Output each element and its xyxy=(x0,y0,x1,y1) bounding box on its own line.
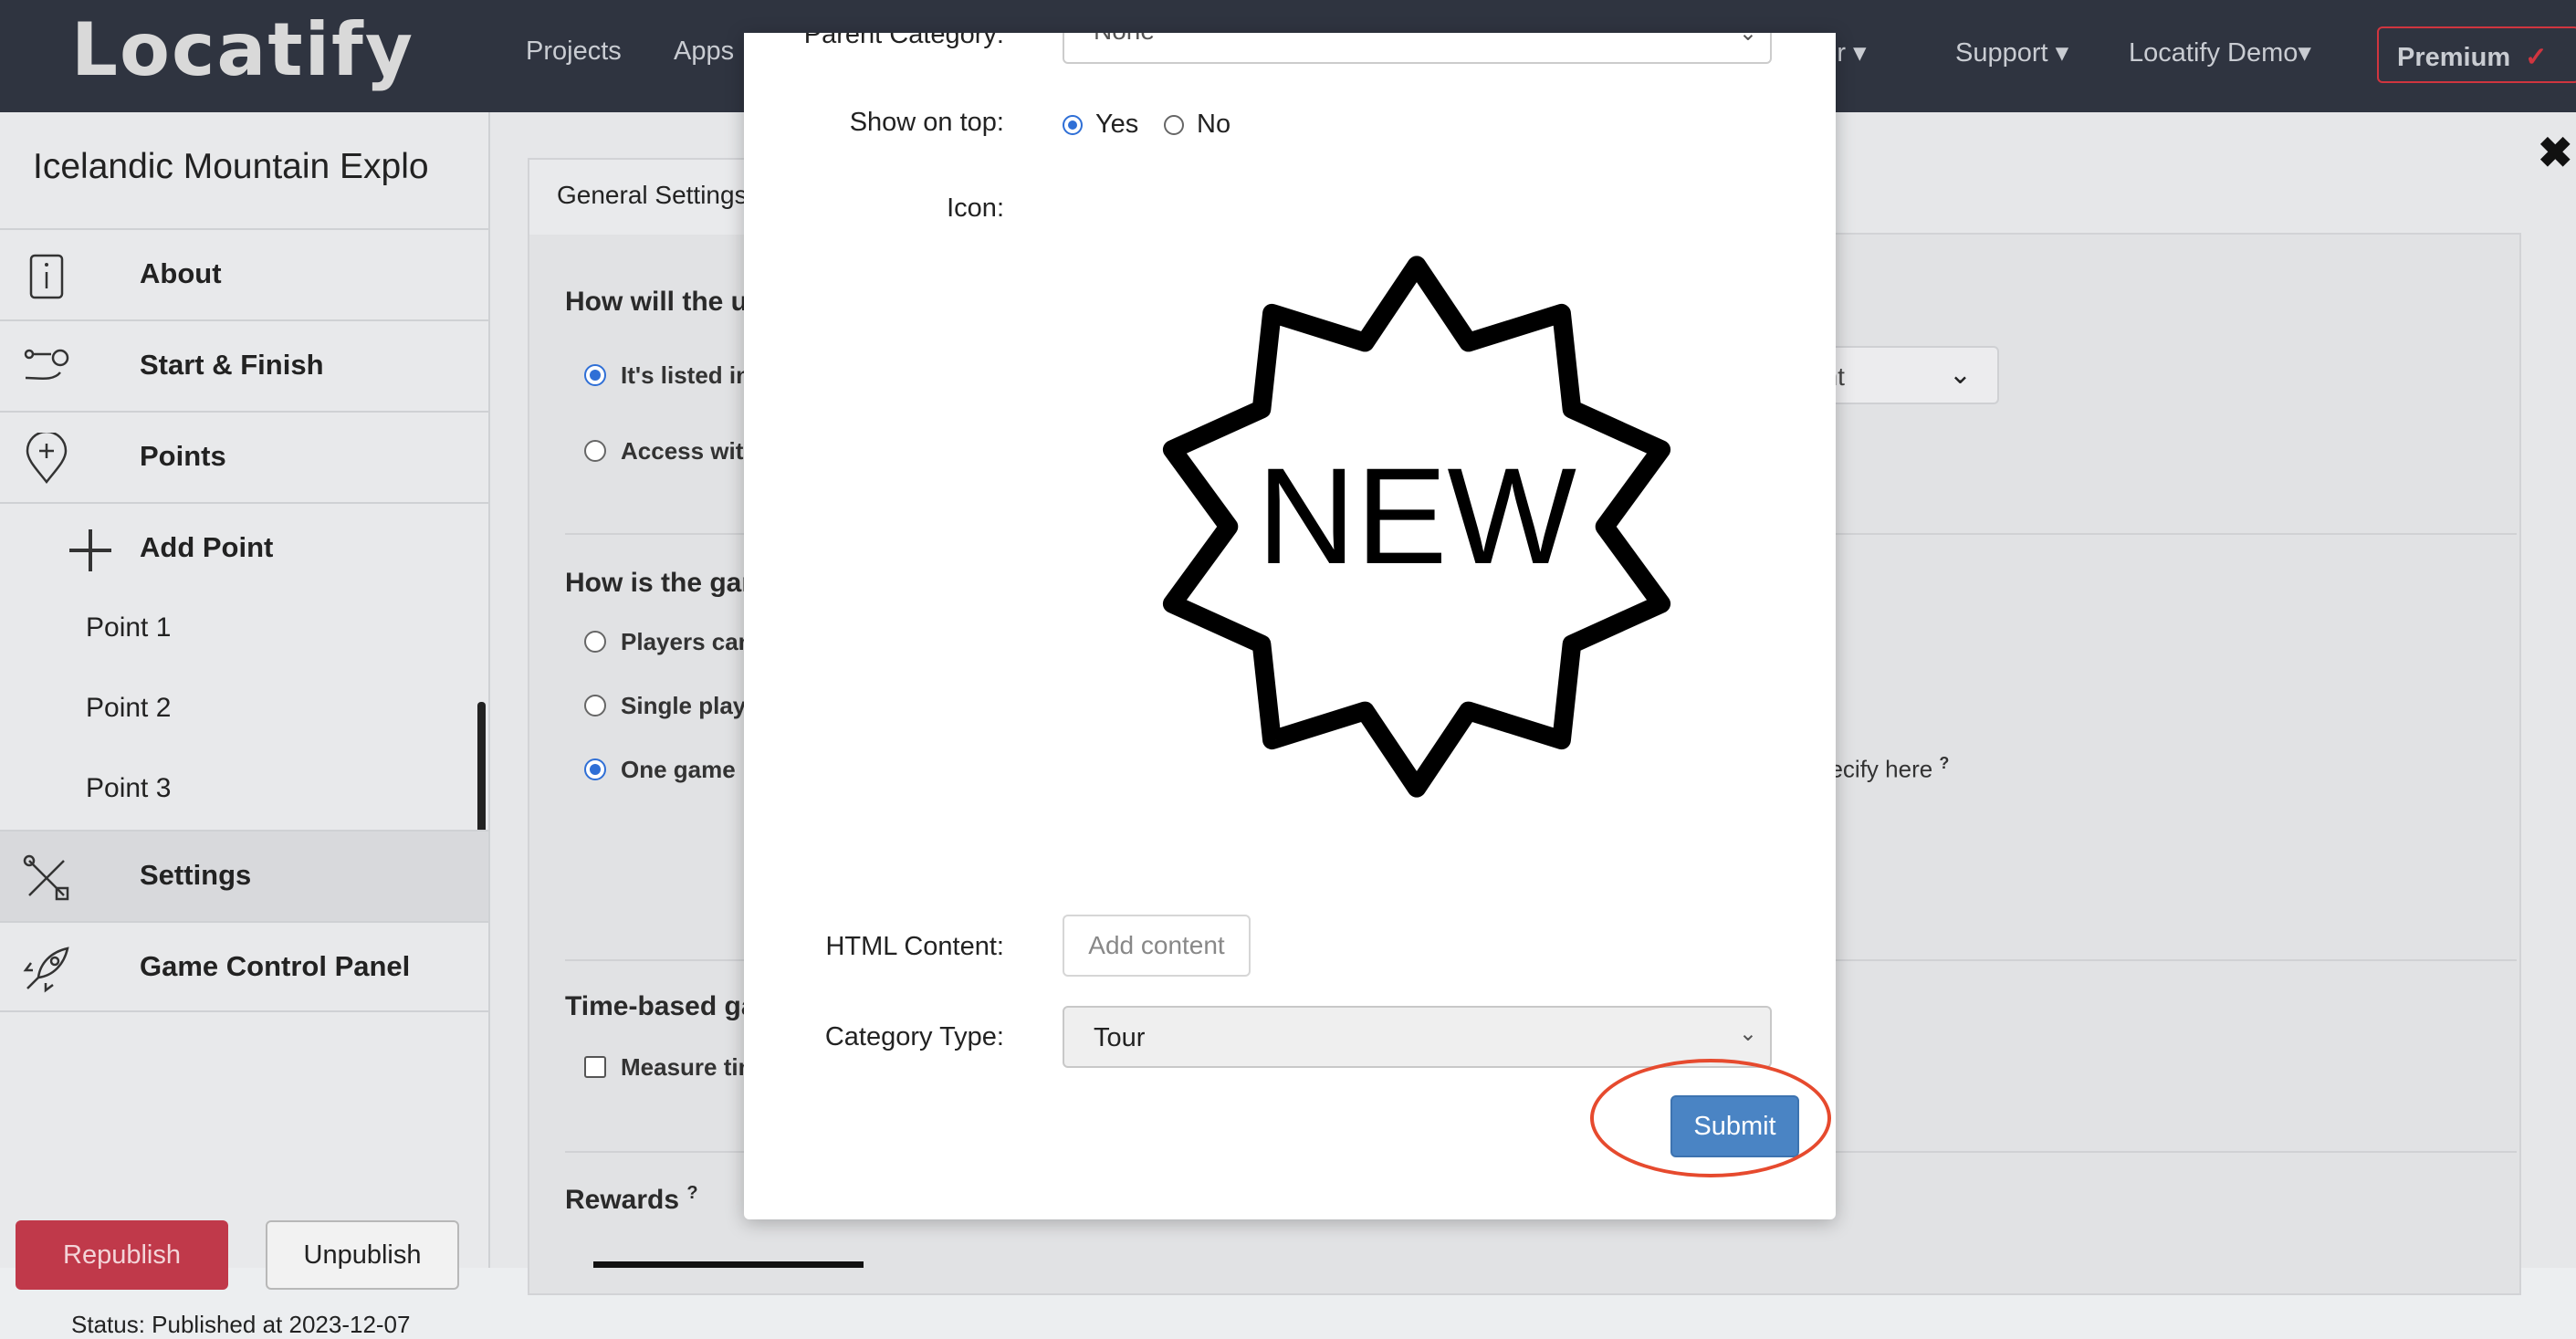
parent-category-label: Parent Category: xyxy=(803,33,1004,49)
sidebar-item-label: Points xyxy=(140,440,226,472)
rewards-heading: Rewards ? xyxy=(565,1183,698,1215)
project-title: Icelandic Mountain Explo xyxy=(33,147,429,186)
sidebar-point-1[interactable]: Point 1 xyxy=(86,612,171,643)
chevron-down-icon: ⌄ xyxy=(1948,360,1972,390)
radio-icon xyxy=(584,695,606,717)
category-modal: Parent Category: None⌄ Show on top: Yes … xyxy=(744,33,1836,1219)
specify-link[interactable]: pecify here ? xyxy=(1817,754,1949,784)
radio-icon xyxy=(584,758,606,780)
sidebar-item-points[interactable]: Points xyxy=(0,411,488,502)
radio-icon xyxy=(584,364,606,386)
tools-icon xyxy=(23,854,69,901)
access-option-listed[interactable]: It's listed in xyxy=(584,361,750,390)
premium-label: Premium xyxy=(2397,43,2511,72)
help-icon: ? xyxy=(686,1183,698,1203)
nav-projects[interactable]: Projects xyxy=(526,37,622,67)
nav-support[interactable]: Support ▾ xyxy=(1955,37,2068,68)
check-icon: ✓ xyxy=(2525,43,2548,72)
new-badge-text: NEW xyxy=(1257,439,1576,592)
sidebar-item-label: Settings xyxy=(140,859,252,891)
show-on-top-yes[interactable]: Yes xyxy=(1063,110,1138,140)
rocket-icon xyxy=(23,947,69,993)
sidebar-item-settings[interactable]: Settings xyxy=(0,830,488,921)
checkbox-icon xyxy=(584,1056,606,1078)
locatify-logo[interactable]: Locatify xyxy=(71,7,414,92)
map-pin-icon xyxy=(26,433,68,485)
info-icon xyxy=(29,254,64,299)
chevron-down-icon: ⌄ xyxy=(1738,1021,1757,1046)
sidebar-item-game-control[interactable]: Game Control Panel xyxy=(0,921,488,1012)
icon-label: Icon: xyxy=(947,194,1004,223)
new-badge-icon[interactable]: NEW xyxy=(1129,255,1704,830)
game-mode-question: How is the gan xyxy=(565,568,759,598)
sidebar: Icelandic Mountain Explo About Start & F… xyxy=(0,112,490,1338)
radio-icon xyxy=(1164,115,1184,135)
add-content-button[interactable]: Add content xyxy=(1063,915,1251,977)
sidebar-item-label: About xyxy=(140,257,222,289)
category-type-label: Category Type: xyxy=(824,1022,1004,1051)
mode-option-single[interactable]: Single play xyxy=(584,692,746,720)
sidebar-point-3[interactable]: Point 3 xyxy=(86,773,171,804)
time-based-heading: Time-based ga xyxy=(565,991,757,1021)
parent-category-select[interactable]: None⌄ xyxy=(1063,33,1772,64)
category-type-select[interactable]: Tour ⌄ xyxy=(1063,1006,1772,1068)
route-icon xyxy=(24,349,69,380)
republish-button[interactable]: Republish xyxy=(16,1220,228,1290)
mode-option-players[interactable]: Players can xyxy=(584,628,753,656)
close-icon[interactable]: ✖ xyxy=(2538,128,2573,177)
measure-time-checkbox[interactable]: Measure tin xyxy=(584,1053,753,1082)
sidebar-item-label: Start & Finish xyxy=(140,349,324,381)
nav-apps[interactable]: Apps xyxy=(674,37,734,67)
sidebar-item-add-point[interactable]: Add Point xyxy=(0,502,488,593)
sidebar-scrollbar[interactable] xyxy=(477,702,486,843)
nav-account[interactable]: Locatify Demo▾ xyxy=(2129,37,2311,68)
radio-icon xyxy=(584,440,606,462)
sidebar-item-label: Game Control Panel xyxy=(140,950,411,982)
radio-icon xyxy=(1063,115,1083,135)
publish-status: Status: Published at 2023-12-07 xyxy=(71,1311,411,1338)
plus-icon xyxy=(69,529,111,571)
sidebar-point-2[interactable]: Point 2 xyxy=(86,693,171,724)
sidebar-item-start-finish[interactable]: Start & Finish xyxy=(0,319,488,411)
chevron-down-icon: ⌄ xyxy=(1738,33,1757,46)
show-on-top-label: Show on top: xyxy=(849,108,1004,137)
unpublish-button[interactable]: Unpublish xyxy=(266,1220,459,1290)
access-question: How will the us xyxy=(565,287,763,317)
sidebar-item-label: Add Point xyxy=(140,531,274,563)
sidebar-item-about[interactable]: About xyxy=(0,228,488,319)
show-on-top-no[interactable]: No xyxy=(1164,110,1230,140)
radio-icon xyxy=(584,631,606,653)
premium-button[interactable]: Premium ✓ xyxy=(2377,26,2576,83)
highlight-annotation xyxy=(1590,1059,1831,1177)
access-option-code[interactable]: Access wit xyxy=(584,437,743,466)
html-content-label: HTML Content: xyxy=(825,932,1004,961)
mode-option-one-game[interactable]: One game xyxy=(584,756,736,784)
help-icon: ? xyxy=(1939,754,1950,772)
reward-image xyxy=(593,1261,864,1268)
